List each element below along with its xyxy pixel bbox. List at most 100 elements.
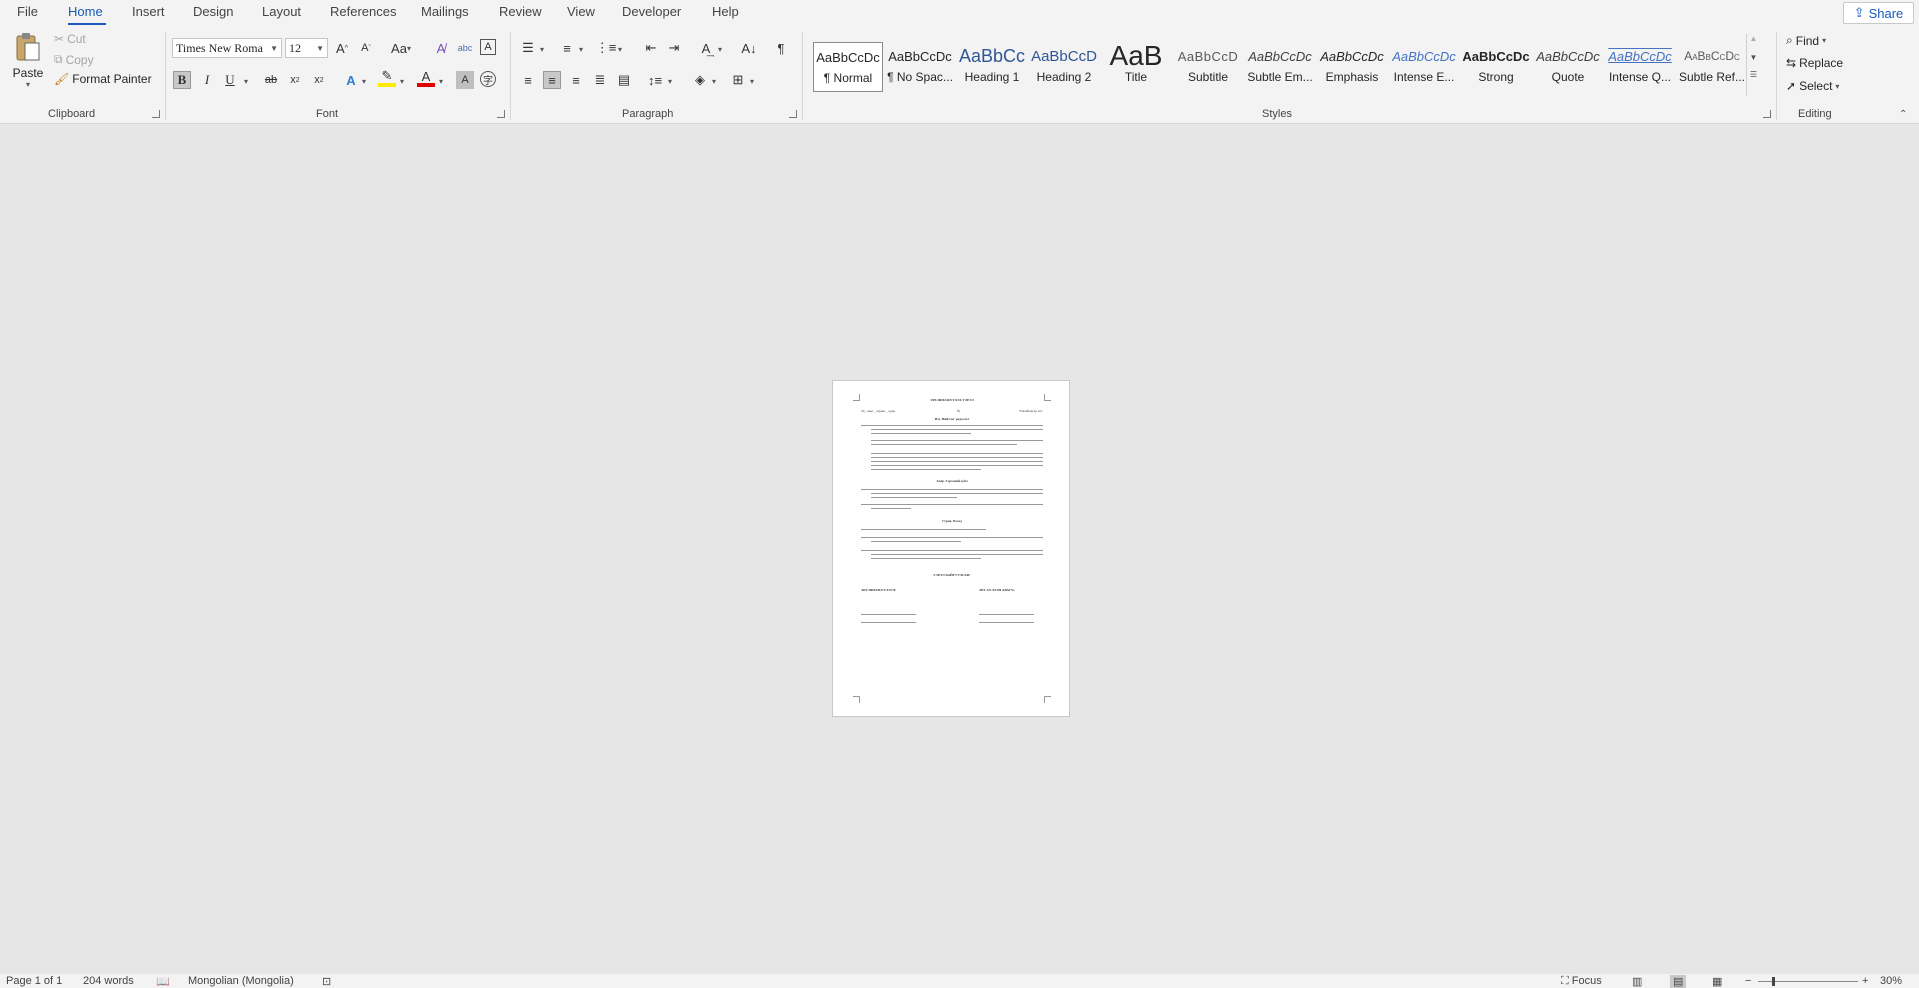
underline-dropdown-icon[interactable]: ▾ [244, 77, 248, 86]
language-indicator[interactable]: Mongolian (Mongolia) [188, 975, 294, 987]
zoom-slider-thumb[interactable] [1772, 977, 1775, 986]
copy-button[interactable]: ⧉ Copy [54, 52, 94, 67]
highlight-dropdown-icon[interactable]: ▾ [400, 77, 404, 86]
style-title[interactable]: AaB Title [1101, 42, 1171, 92]
multilevel-list-icon[interactable]: ⋮≡ [596, 39, 617, 57]
font-name-combobox[interactable]: Times New Roma ▼ [172, 38, 282, 58]
borders-dropdown-icon[interactable]: ▾ [750, 77, 754, 86]
cut-button[interactable]: ✂ Cut [54, 32, 86, 46]
proofing-icon[interactable]: 📖 [156, 975, 170, 988]
paste-button[interactable]: Paste ▾ [10, 32, 46, 98]
font-size-combobox[interactable]: 12 ▼ [285, 38, 328, 58]
italic-button[interactable]: I [198, 71, 216, 89]
shading-dropdown-icon[interactable]: ▾ [712, 77, 716, 86]
highlight-color-icon[interactable]: ✎ [378, 68, 396, 87]
tab-references[interactable]: References [330, 4, 396, 19]
page-count[interactable]: Page 1 of 1 [6, 975, 62, 987]
font-color-dropdown-icon[interactable]: ▾ [439, 77, 443, 86]
style-quote[interactable]: AaBbCcDc Quote [1533, 42, 1603, 92]
style-no-spacing[interactable]: AaBbCcDc ¶ No Spac... [885, 42, 955, 92]
bullets-dropdown-icon[interactable]: ▾ [540, 45, 544, 54]
multilevel-dropdown-icon[interactable]: ▾ [618, 45, 622, 54]
justify-icon[interactable]: ≣ [591, 71, 609, 89]
increase-indent-icon[interactable]: ⇥ [665, 39, 683, 57]
bullets-icon[interactable]: ☰ [519, 39, 537, 57]
enclose-characters-icon[interactable]: 字 [480, 71, 496, 87]
sort-icon[interactable]: A↓ [740, 39, 758, 57]
style-intense-quote[interactable]: AaBbCcDc Intense Q... [1605, 42, 1675, 92]
select-button[interactable]: ➚ Select ▾ [1786, 79, 1839, 93]
shading-icon[interactable]: ◈ [691, 71, 709, 89]
phonetic-guide-icon[interactable]: abc [456, 39, 474, 57]
paste-dropdown-icon[interactable]: ▾ [10, 80, 46, 89]
replace-button[interactable]: ⇆ Replace [1786, 56, 1843, 70]
scroll-down-icon[interactable]: ▼ [1747, 53, 1760, 62]
tab-home[interactable]: Home [68, 4, 103, 19]
grow-font-icon[interactable]: A ^ [333, 39, 351, 57]
style-normal[interactable]: AaBbCcDc ¶ Normal [813, 42, 883, 92]
format-painter-button[interactable]: 🖌 Format Painter [54, 72, 152, 86]
numbering-dropdown-icon[interactable]: ▾ [579, 45, 583, 54]
find-button[interactable]: ⌕ Find ▾ [1786, 33, 1826, 48]
style-emphasis[interactable]: AaBbCcDc Emphasis [1317, 42, 1387, 92]
line-spacing-icon[interactable]: ↕≡ [646, 71, 664, 89]
character-border-icon[interactable]: A [480, 39, 496, 55]
tab-design[interactable]: Design [193, 4, 233, 19]
font-color-icon[interactable]: A [417, 69, 435, 87]
zoom-out-icon[interactable]: − [1745, 975, 1751, 987]
print-layout-icon[interactable]: ▤ [1670, 975, 1687, 988]
style-subtle-emphasis[interactable]: AaBbCcDc Subtle Em... [1245, 42, 1315, 92]
style-heading-2[interactable]: AaBbCcD Heading 2 [1029, 42, 1099, 92]
document-page[interactable]: ЭРХ ШИЛЖҮҮЛЭХ ГЭРЭЭ 20_ оны _ сарын _ өд… [832, 380, 1070, 717]
tab-view[interactable]: View [567, 4, 595, 19]
read-mode-icon[interactable]: ▥ [1632, 975, 1642, 988]
text-effects-icon[interactable]: A [342, 71, 360, 89]
web-layout-icon[interactable]: ▦ [1712, 975, 1722, 988]
show-formatting-marks-icon[interactable]: ¶ [772, 39, 790, 57]
zoom-slider[interactable] [1758, 977, 1858, 986]
bold-button[interactable]: B [173, 71, 191, 89]
superscript-button[interactable]: x2 [310, 71, 328, 89]
style-subtle-reference[interactable]: AaBbCcDc Subtle Ref... [1677, 42, 1747, 92]
tab-review[interactable]: Review [499, 4, 542, 19]
borders-icon[interactable]: ⊞ [729, 71, 747, 89]
align-right-icon[interactable]: ≡ [567, 71, 585, 89]
style-intense-emphasis[interactable]: AaBbCcDc Intense E... [1389, 42, 1459, 92]
character-shading-icon[interactable]: A [456, 71, 474, 89]
distributed-icon[interactable]: ▤ [615, 71, 633, 89]
shrink-font-icon[interactable]: Aˇ [357, 39, 375, 57]
clipboard-launcher-icon[interactable] [152, 110, 160, 118]
focus-mode-button[interactable]: ⛶ Focus [1561, 975, 1602, 988]
tab-help[interactable]: Help [712, 4, 739, 19]
macro-record-icon[interactable]: ⊡ [322, 975, 331, 988]
tab-layout[interactable]: Layout [262, 4, 301, 19]
styles-more-icon[interactable]: ☰ [1747, 70, 1760, 79]
align-left-icon[interactable]: ≡ [519, 71, 537, 89]
strikethrough-button[interactable]: ab [262, 71, 280, 89]
collapse-ribbon-icon[interactable]: ⌃ [1899, 109, 1907, 120]
tab-developer[interactable]: Developer [622, 4, 681, 19]
underline-button[interactable]: U [221, 71, 239, 89]
style-strong[interactable]: AaBbCcDc Strong [1461, 42, 1531, 92]
font-launcher-icon[interactable] [497, 110, 505, 118]
change-case-icon[interactable]: Aa ▾ [388, 39, 414, 57]
style-heading-1[interactable]: AaBbCc Heading 1 [957, 42, 1027, 92]
asian-layout-icon[interactable]: A͢ [697, 39, 715, 57]
share-button[interactable]: ⇪ Share [1843, 2, 1914, 24]
styles-launcher-icon[interactable] [1763, 110, 1771, 118]
tab-mailings[interactable]: Mailings [421, 4, 469, 19]
clear-formatting-icon[interactable]: A̸ [432, 39, 450, 57]
line-spacing-dropdown-icon[interactable]: ▾ [668, 77, 672, 86]
asian-layout-dropdown-icon[interactable]: ▾ [718, 45, 722, 54]
word-count[interactable]: 204 words [83, 975, 134, 987]
style-subtitle[interactable]: AaBbCcD Subtitle [1173, 42, 1243, 92]
tab-insert[interactable]: Insert [132, 4, 165, 19]
paragraph-launcher-icon[interactable] [789, 110, 797, 118]
zoom-level[interactable]: 30% [1880, 975, 1902, 987]
subscript-button[interactable]: x2 [286, 71, 304, 89]
decrease-indent-icon[interactable]: ⇤ [642, 39, 660, 57]
scroll-up-icon[interactable]: ▲ [1747, 34, 1760, 43]
tab-file[interactable]: File [17, 4, 38, 19]
zoom-in-icon[interactable]: + [1862, 975, 1868, 987]
text-effects-dropdown-icon[interactable]: ▾ [362, 77, 366, 86]
